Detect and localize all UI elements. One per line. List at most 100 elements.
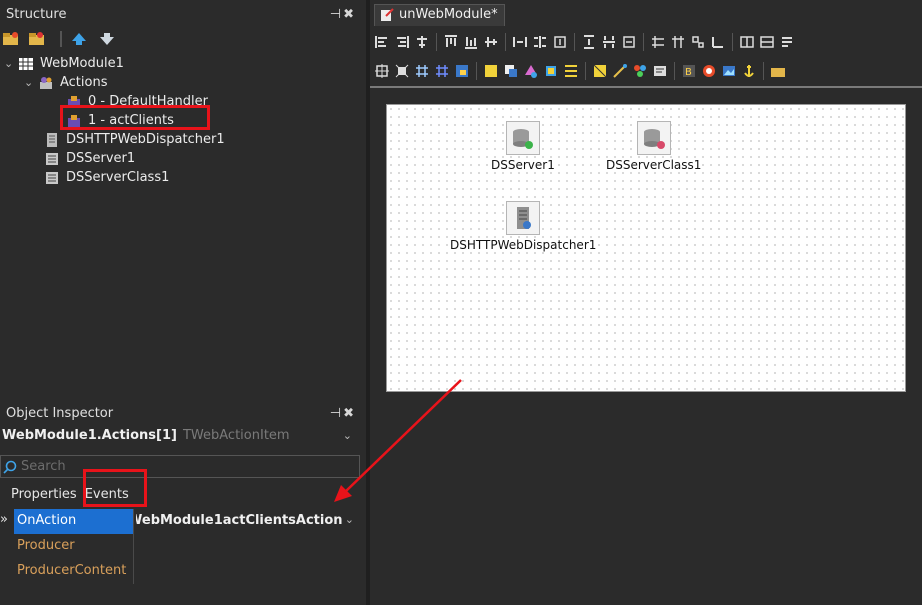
- property-value[interactable]: WebModule1actClientsAction ⌄: [136, 509, 360, 534]
- left-column: Structure ⊣✖ ⌄ WebModule1 ⌄ Actions 0 - …: [0, 0, 362, 605]
- align-middle-icon[interactable]: [483, 34, 499, 50]
- lifebuoy-icon[interactable]: [701, 63, 717, 79]
- tree-item-dshttpwebdispatcher1[interactable]: DSHTTPWebDispatcher1: [44, 130, 225, 149]
- select-all-icon[interactable]: [394, 63, 410, 79]
- grid-options-icon[interactable]: [434, 63, 450, 79]
- toolbar-separator: [643, 33, 644, 51]
- snap-both-icon[interactable]: [759, 34, 775, 50]
- table-row[interactable]: Producer: [0, 534, 360, 559]
- tree-item-label: Actions: [60, 75, 108, 90]
- component-label: DSServerClass1: [606, 158, 702, 172]
- lock-controls-icon[interactable]: [454, 63, 470, 79]
- tree-item-dsserverclass1[interactable]: DSServerClass1: [44, 168, 169, 187]
- chevron-down-icon[interactable]: ⌄: [343, 429, 352, 442]
- size-width-icon[interactable]: [650, 34, 666, 50]
- toolbar-separator: [763, 62, 764, 80]
- object-selector[interactable]: WebModule1.Actions[1] TWebActionItem ⌄: [0, 426, 360, 448]
- component-dsserver1[interactable]: DSServer1: [491, 121, 555, 172]
- fold-icon[interactable]: B: [681, 63, 697, 79]
- component-toolbar: B: [374, 58, 922, 84]
- align-center-icon[interactable]: [414, 34, 430, 50]
- view-as-text-icon[interactable]: [652, 63, 668, 79]
- tab-unwebmodule[interactable]: unWebModule*: [374, 4, 505, 26]
- webmodule-grid-icon: [18, 57, 34, 71]
- scale-icon[interactable]: [563, 63, 579, 79]
- toolbar-separator: [574, 33, 575, 51]
- toolbar-separator: [674, 62, 675, 80]
- snap-icon[interactable]: [739, 34, 755, 50]
- property-name[interactable]: OnAction: [14, 509, 134, 534]
- property-value[interactable]: [136, 534, 360, 559]
- structure-pane-header: Structure ⊣✖: [0, 2, 362, 28]
- tab-label: unWebModule*: [399, 7, 498, 22]
- designer-area: unWebModule* B DSServer1 DSServerClass1 …: [366, 0, 922, 605]
- toolbar-separator: [436, 33, 437, 51]
- chevron-down-icon[interactable]: ⌄: [24, 76, 38, 89]
- object-type: TWebActionItem: [182, 428, 290, 443]
- search-input[interactable]: Search: [0, 455, 360, 478]
- pane-pin-close-icons[interactable]: ⊣✖: [330, 406, 356, 421]
- chevron-down-icon[interactable]: ⌄: [345, 513, 354, 526]
- tree-item-webmodule1[interactable]: ⌄ WebModule1: [4, 54, 124, 73]
- send-back-icon[interactable]: [503, 63, 519, 79]
- folder-star-icon[interactable]: [28, 31, 46, 47]
- align-bottom-icon[interactable]: [463, 34, 479, 50]
- size-grid-icon[interactable]: [710, 34, 726, 50]
- object-name: WebModule1.Actions[1]: [2, 428, 177, 443]
- center-window-icon[interactable]: [552, 34, 568, 50]
- space-horizontal-icon[interactable]: [512, 34, 528, 50]
- creation-order-icon[interactable]: [543, 63, 559, 79]
- bring-front-icon[interactable]: [483, 63, 499, 79]
- toolbar-separator: [60, 31, 62, 47]
- property-name[interactable]: Producer: [14, 534, 134, 559]
- space-vertical-equal-icon[interactable]: [601, 34, 617, 50]
- pane-pin-close-icons[interactable]: ⊣✖: [330, 7, 356, 22]
- flip-icon[interactable]: [592, 63, 608, 79]
- size-both-icon[interactable]: [690, 34, 706, 50]
- tree-item-label: DSServer1: [66, 151, 136, 166]
- space-equal-icon[interactable]: [532, 34, 548, 50]
- svg-text:B: B: [685, 67, 692, 78]
- chevron-down-icon[interactable]: ⌄: [4, 57, 18, 70]
- image-icon[interactable]: [721, 63, 737, 79]
- tab-order-icon[interactable]: [523, 63, 539, 79]
- anchor-icon[interactable]: [741, 63, 757, 79]
- dsserver-icon: [44, 152, 60, 166]
- property-name[interactable]: ProducerContent: [14, 559, 134, 584]
- component-dshttpwebdispatcher1[interactable]: DSHTTPWebDispatcher1: [450, 201, 597, 252]
- object-inspector-title: Object Inspector: [6, 406, 114, 421]
- grid-toggle-icon[interactable]: [414, 63, 430, 79]
- table-row[interactable]: » OnAction WebModule1actClientsAction ⌄: [0, 509, 360, 534]
- component-label: DSServer1: [491, 158, 555, 172]
- table-row[interactable]: ProducerContent: [0, 559, 360, 584]
- move-up-icon[interactable]: [70, 31, 88, 47]
- toolbar-separator: [585, 62, 586, 80]
- align-left-icon[interactable]: [374, 34, 390, 50]
- more-icon[interactable]: [779, 34, 795, 50]
- align-top-icon[interactable]: [443, 34, 459, 50]
- align-right-icon[interactable]: [394, 34, 410, 50]
- center-vertical-icon[interactable]: [621, 34, 637, 50]
- folder-open-icon[interactable]: [2, 31, 20, 47]
- space-vertical-icon[interactable]: [581, 34, 597, 50]
- toolbar-separator: [476, 62, 477, 80]
- tree-item-actions[interactable]: ⌄ Actions: [24, 73, 108, 92]
- wand-icon[interactable]: [612, 63, 628, 79]
- tree-item-dsserver1[interactable]: DSServer1: [44, 149, 135, 168]
- design-canvas[interactable]: DSServer1 DSServerClass1 DSHTTPWebDispat…: [386, 104, 906, 392]
- size-height-icon[interactable]: [670, 34, 686, 50]
- move-down-icon[interactable]: [98, 31, 116, 47]
- component-dsserverclass1[interactable]: DSServerClass1: [606, 121, 702, 172]
- align-grid-icon[interactable]: [374, 63, 390, 79]
- colors-icon[interactable]: [632, 63, 648, 79]
- property-value[interactable]: [136, 559, 360, 584]
- dsserver-icon: [505, 121, 540, 155]
- property-value-text: WebModule1actClientsAction: [136, 513, 343, 528]
- structure-toolbar: [0, 28, 362, 52]
- tree-item-label: DSHTTPWebDispatcher1: [66, 132, 225, 147]
- search-icon: [3, 460, 17, 474]
- folder-icon[interactable]: [770, 63, 786, 79]
- tab-properties[interactable]: Properties: [7, 485, 81, 504]
- highlight-box-events-tab: [83, 469, 147, 507]
- selected-row-marker-icon: »: [0, 512, 8, 527]
